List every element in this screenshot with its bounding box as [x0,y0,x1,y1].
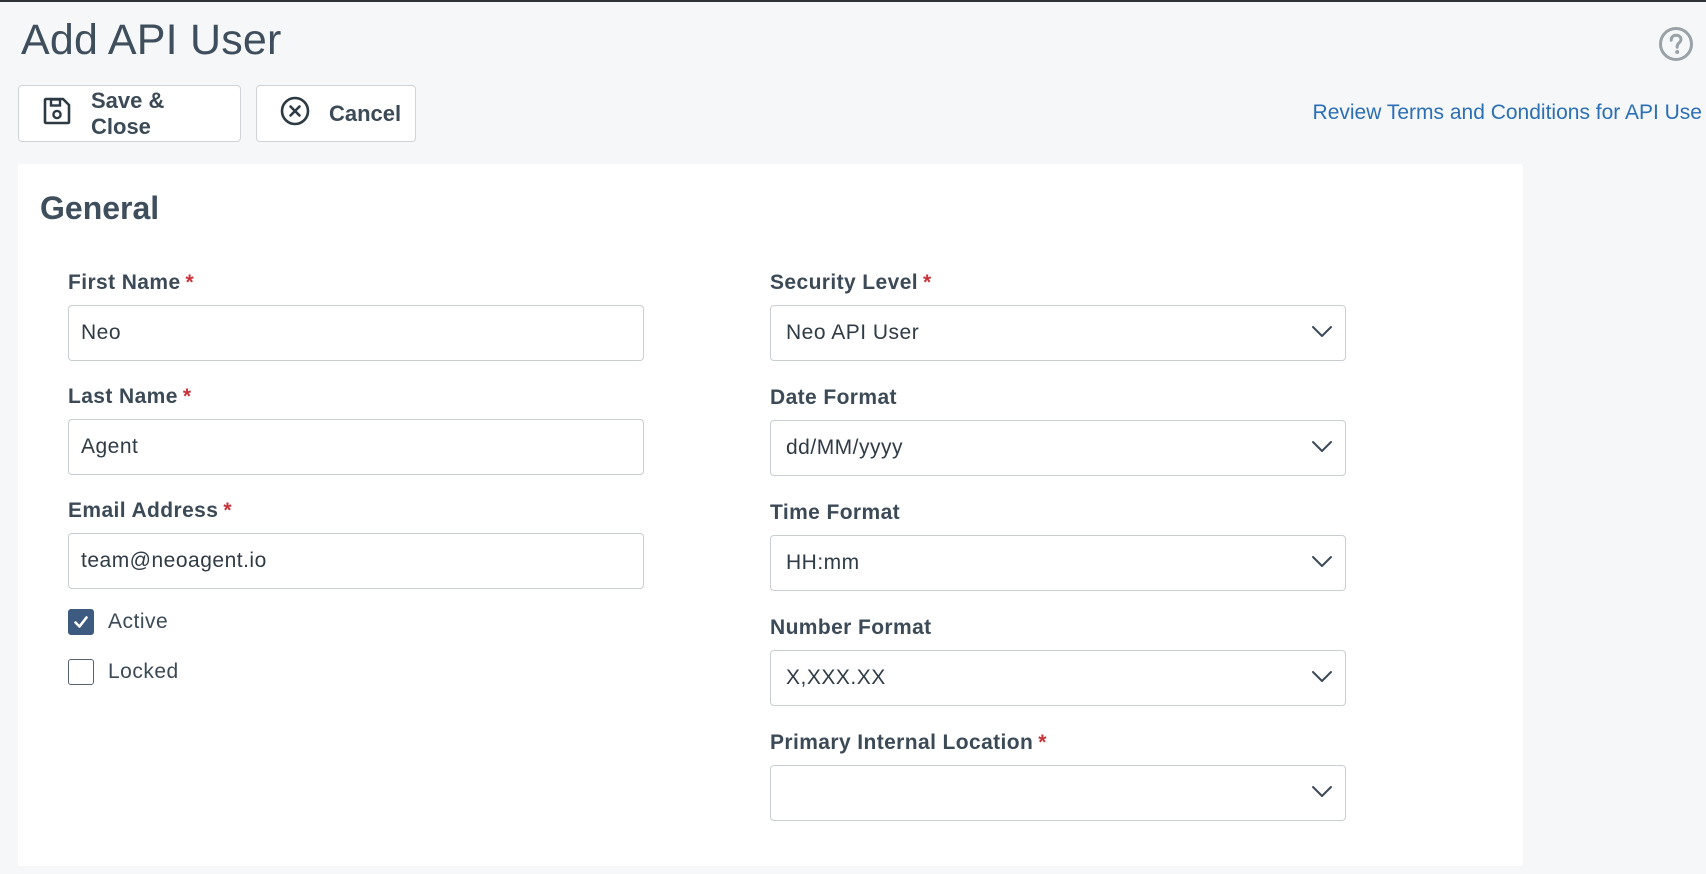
checkbox-unchecked-icon[interactable] [68,659,94,685]
security-level-label: Security Level * [770,271,932,294]
chevron-down-icon [1311,436,1333,460]
security-level-select[interactable]: Neo API User [770,305,1346,361]
first-name-label: First Name * [68,271,195,294]
first-name-input[interactable]: Neo [68,305,644,361]
terms-conditions-link[interactable]: Review Terms and Conditions for API Use [1313,101,1702,125]
last-name-label: Last Name * [68,385,192,408]
time-format-value: HH:mm [786,551,860,574]
security-level-value: Neo API User [786,321,920,344]
email-field: Email Address * team@neoagent.io [68,498,644,589]
cancel-button[interactable]: Cancel [256,85,416,142]
top-border [0,0,1706,2]
checkbox-checked-icon[interactable] [68,609,94,635]
page-title: Add API User [21,16,282,64]
primary-location-field: Primary Internal Location * [770,730,1346,821]
required-marker: * [1038,731,1047,754]
time-format-field: Time Format HH:mm [770,500,1346,591]
number-format-select[interactable]: X,XXX.XX [770,650,1346,706]
email-input[interactable]: team@neoagent.io [68,533,644,589]
save-close-button[interactable]: Save & Close [18,85,241,142]
floppy-disk-icon [41,95,73,133]
section-title: General [40,190,160,226]
number-format-value: X,XXX.XX [786,666,886,689]
locked-checkbox[interactable]: Locked [68,659,179,685]
cancel-label: Cancel [329,100,402,126]
chevron-down-icon [1311,321,1333,345]
required-marker: * [223,499,232,522]
locked-label: Locked [108,660,179,683]
primary-location-label: Primary Internal Location * [770,731,1047,754]
last-name-field: Last Name * Agent [68,384,644,475]
required-marker: * [182,385,192,408]
security-level-field: Security Level * Neo API User [770,270,1346,361]
time-format-label: Time Format [770,501,901,524]
number-format-field: Number Format X,XXX.XX [770,615,1346,706]
last-name-input[interactable]: Agent [68,419,644,475]
date-format-label: Date Format [770,386,897,409]
chevron-down-icon [1311,666,1333,690]
help-icon[interactable] [1658,26,1694,62]
general-section: General First Name * Neo Last Name * Agent… [18,164,1523,866]
date-format-select[interactable]: dd/MM/yyyy [770,420,1346,476]
number-format-label: Number Format [770,616,932,639]
date-format-value: dd/MM/yyyy [786,436,904,459]
save-close-label: Save & Close [91,87,165,139]
date-format-field: Date Format dd/MM/yyyy [770,385,1346,476]
close-circle-icon [279,95,311,133]
first-name-field: First Name * Neo [68,270,644,361]
email-label: Email Address * [68,499,232,522]
time-format-select[interactable]: HH:mm [770,535,1346,591]
active-checkbox[interactable]: Active [68,609,168,635]
required-marker: * [185,271,195,294]
chevron-down-icon [1311,781,1333,805]
primary-location-select[interactable] [770,765,1346,821]
chevron-down-icon [1311,551,1333,575]
required-marker: * [923,271,932,294]
active-label: Active [108,610,169,633]
